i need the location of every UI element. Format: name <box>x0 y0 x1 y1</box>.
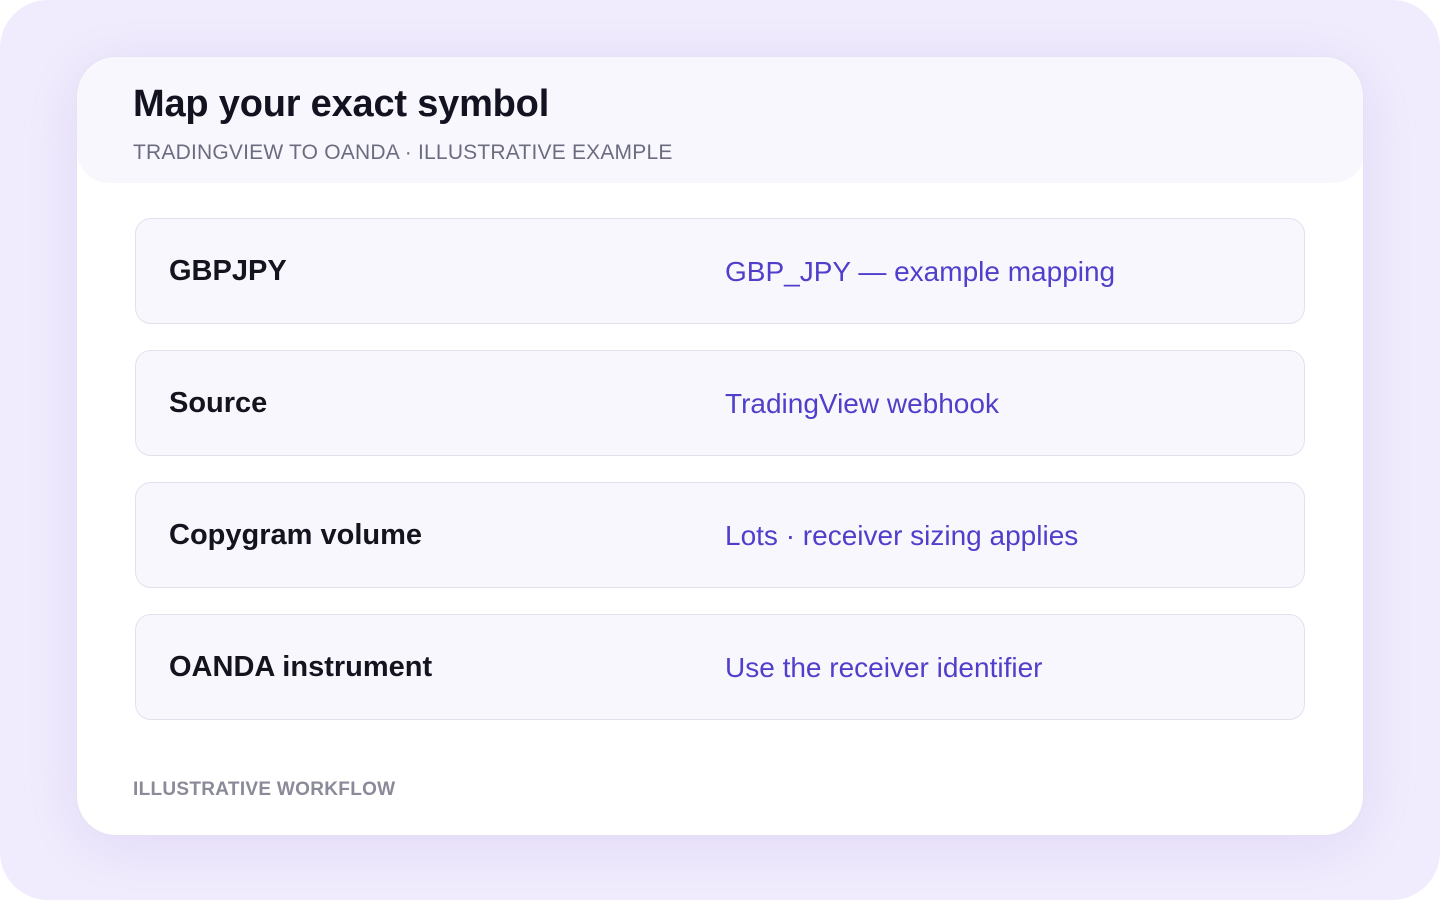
card-title: Map your exact symbol <box>133 83 550 125</box>
row-label: GBPJPY <box>169 255 287 287</box>
row-value: Lots · receiver sizing applies <box>725 520 1079 551</box>
row-value: TradingView webhook <box>725 388 999 419</box>
mapping-row-symbol: GBPJPY GBP_JPY — example mapping <box>135 218 1305 324</box>
mapping-list: GBPJPY GBP_JPY — example mapping Source … <box>135 218 1305 746</box>
mapping-row-source: Source TradingView webhook <box>135 350 1305 456</box>
mapping-row-volume: Copygram volume Lots · receiver sizing a… <box>135 482 1305 588</box>
row-value: GBP_JPY — example mapping <box>725 256 1116 287</box>
row-label: Copygram volume <box>169 519 422 551</box>
card-header: Map your exact symbol TRADINGVIEW TO OAN… <box>77 57 1363 183</box>
row-label: OANDA instrument <box>169 651 433 683</box>
row-value: Use the receiver identifier <box>725 652 1043 683</box>
mapping-row-instrument: OANDA instrument Use the receiver identi… <box>135 614 1305 720</box>
page-background: Map your exact symbol TRADINGVIEW TO OAN… <box>0 0 1440 900</box>
row-label: Source <box>169 387 268 419</box>
symbol-mapping-card: Map your exact symbol TRADINGVIEW TO OAN… <box>76 56 1364 836</box>
card-footer: ILLUSTRATIVE WORKFLOW <box>133 779 396 800</box>
card-subtitle: TRADINGVIEW TO OANDA · ILLUSTRATIVE EXAM… <box>133 141 673 164</box>
